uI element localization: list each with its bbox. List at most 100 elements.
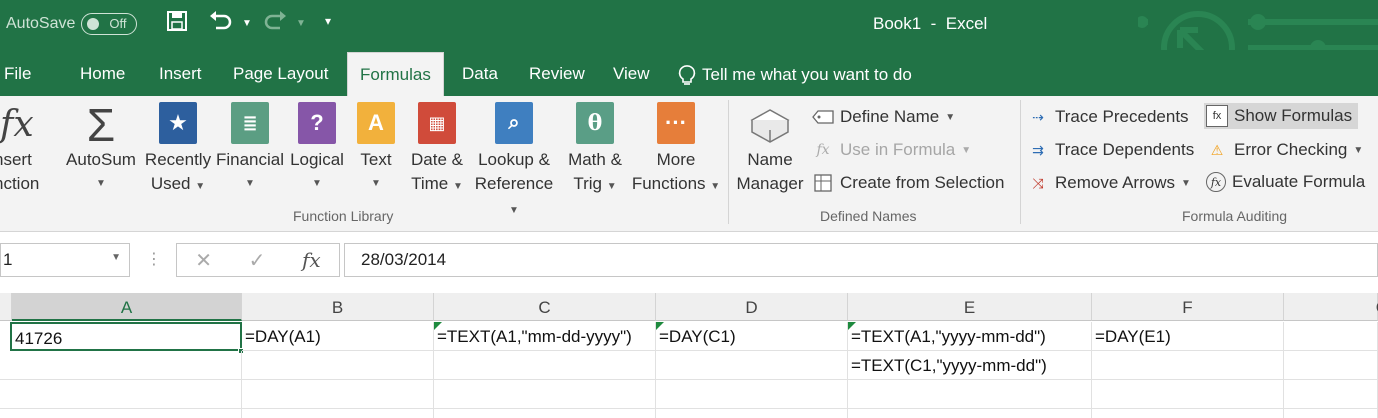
worksheet-grid[interactable]: A B C D E F G 41726 =DAY(A1) =TEXT(A1,"m… — [0, 293, 1378, 418]
chevron-down-icon: ▼ — [710, 181, 721, 192]
show-formulas-button[interactable]: fx Show Formulas — [1204, 103, 1359, 129]
tab-view[interactable]: View — [613, 64, 650, 84]
chevron-down-icon[interactable]: ▼ — [111, 252, 121, 263]
autosave-control[interactable]: AutoSave Off — [6, 13, 138, 35]
column-header-b[interactable]: B — [242, 293, 434, 321]
enter-icon[interactable]: ✓ — [249, 248, 266, 273]
datetime-label-2: Time — [411, 174, 449, 193]
cell-f2[interactable] — [1092, 351, 1284, 380]
column-header-f[interactable]: F — [1092, 293, 1284, 321]
cell-c1-text: =TEXT(A1,"mm-dd-yyyy") — [437, 327, 632, 346]
cell-a2[interactable] — [0, 351, 242, 380]
trace-precedents-button[interactable]: ⇢ Trace Precedents — [1027, 106, 1188, 128]
financial-button[interactable]: ≣ Financial ▼ — [214, 102, 286, 196]
insert-function-label-1: nsert — [0, 150, 32, 169]
group-label-formula-auditing: Formula Auditing — [1182, 208, 1288, 224]
math-trig-button[interactable]: θ Math & Trig ▼ — [562, 102, 628, 199]
cancel-icon[interactable]: ✕ — [195, 248, 212, 273]
logical-label: Logical — [290, 150, 344, 169]
cell-a3[interactable] — [0, 380, 242, 409]
undo-dropdown-icon[interactable]: ▼ — [242, 18, 252, 29]
more-label-1: More — [656, 150, 696, 169]
text-button[interactable]: A Text ▼ — [352, 102, 400, 196]
lookup-reference-button[interactable]: ⌕ Lookup & Reference ▼ — [468, 102, 560, 223]
name-manager-label-2: Manager — [736, 174, 804, 193]
remove-arrows-button[interactable]: ⤨ Remove Arrows ▼ — [1027, 172, 1191, 194]
use-in-formula-button[interactable]: fx Use in Formula ▼ — [812, 139, 971, 161]
tab-data[interactable]: Data — [462, 64, 498, 84]
column-header-g[interactable]: G — [1284, 293, 1378, 321]
tab-review[interactable]: Review — [529, 64, 585, 84]
cell-a4[interactable] — [0, 409, 242, 418]
tab-file[interactable]: File — [4, 64, 31, 84]
cell-f1[interactable]: =DAY(E1) — [1092, 322, 1284, 351]
column-header-a[interactable]: A — [12, 293, 242, 321]
evaluate-formula-button[interactable]: fx Evaluate Formula — [1206, 172, 1365, 192]
name-box-value: 1 — [3, 250, 13, 269]
cell-e1[interactable]: =TEXT(A1,"yyyy-mm-dd") — [848, 322, 1092, 351]
insert-function-icon[interactable]: fx — [302, 248, 321, 272]
cell-b3[interactable] — [242, 380, 434, 409]
recently-used-button[interactable]: ★ Recently Used ▼ — [144, 102, 212, 199]
autosave-state: Off — [109, 16, 127, 31]
cell-d2[interactable] — [656, 351, 848, 380]
cell-c2[interactable] — [434, 351, 656, 380]
tell-me-box[interactable]: Tell me what you want to do — [678, 64, 912, 86]
redo-icon[interactable] — [262, 10, 288, 38]
cell-g1[interactable] — [1284, 322, 1378, 351]
logical-button[interactable]: ? Logical ▼ — [288, 102, 346, 196]
cell-c3[interactable] — [434, 380, 656, 409]
trace-dependents-button[interactable]: ⇉ Trace Dependents — [1027, 139, 1194, 161]
cell-g4[interactable] — [1284, 409, 1378, 418]
cell-e4[interactable] — [848, 409, 1092, 418]
autosave-toggle[interactable]: Off — [81, 13, 138, 35]
resize-handle-icon[interactable]: ⋮ — [146, 249, 162, 269]
select-all-corner[interactable] — [0, 293, 12, 321]
financial-label: Financial — [215, 150, 285, 169]
column-header-c[interactable]: C — [434, 293, 656, 321]
autosum-button[interactable]: Σ AutoSum ▼ — [62, 102, 140, 196]
cell-c4[interactable] — [434, 409, 656, 418]
customize-qat-icon[interactable]: ▾ — [325, 14, 331, 28]
insert-function-label-2: nction — [0, 174, 40, 193]
more-functions-button[interactable]: ··· More Functions ▼ — [630, 102, 722, 199]
cell-e3[interactable] — [848, 380, 1092, 409]
cell-e2[interactable]: =TEXT(C1,"yyyy-mm-dd") — [848, 351, 1092, 380]
formula-input[interactable]: 28/03/2014 — [344, 243, 1378, 277]
name-manager-button[interactable]: Name Manager — [732, 102, 808, 196]
cell-g2[interactable] — [1284, 351, 1378, 380]
redo-dropdown-icon[interactable]: ▼ — [296, 18, 306, 29]
formula-buttons: ✕ ✓ fx — [176, 243, 340, 277]
tab-home[interactable]: Home — [80, 64, 125, 84]
cell-g3[interactable] — [1284, 380, 1378, 409]
date-time-button[interactable]: ▦ Date & Time ▼ — [404, 102, 470, 199]
cell-d4[interactable] — [656, 409, 848, 418]
create-from-selection-button[interactable]: Create from Selection — [812, 172, 1004, 194]
fx-icon: fx — [0, 104, 34, 145]
tab-insert[interactable]: Insert — [159, 64, 202, 84]
insert-function-button[interactable]: fx nsert nction — [0, 102, 50, 196]
cell-f3[interactable] — [1092, 380, 1284, 409]
tab-formulas[interactable]: Formulas — [347, 52, 444, 96]
cell-f4[interactable] — [1092, 409, 1284, 418]
cell-a1[interactable]: 41726 — [10, 322, 242, 351]
text-label: Text — [360, 150, 392, 169]
cell-b2[interactable] — [242, 351, 434, 380]
cell-b1[interactable]: =DAY(A1) — [242, 322, 434, 351]
undo-icon[interactable] — [208, 10, 234, 38]
cell-d3[interactable] — [656, 380, 848, 409]
cell-d1[interactable]: =DAY(C1) — [656, 322, 848, 351]
column-header-e[interactable]: E — [848, 293, 1092, 321]
cell-c1[interactable]: =TEXT(A1,"mm-dd-yyyy") — [434, 322, 656, 351]
save-icon[interactable] — [166, 10, 188, 38]
calendar-book-icon: ▦ — [418, 102, 456, 144]
error-checking-button[interactable]: ⚠ Error Checking ▼ — [1206, 139, 1364, 161]
define-name-button[interactable]: Define Name ▼ — [812, 106, 955, 128]
cell-e1-text: =TEXT(A1,"yyyy-mm-dd") — [851, 327, 1046, 346]
lookup-label-2: Reference — [474, 174, 554, 193]
title-bar: AutoSave Off ▼ ▼ ▾ Book1 - Excel — [0, 0, 1378, 85]
name-box[interactable]: 1 ▼ — [0, 243, 130, 277]
cell-b4[interactable] — [242, 409, 434, 418]
tab-page-layout[interactable]: Page Layout — [233, 64, 328, 84]
column-header-d[interactable]: D — [656, 293, 848, 321]
